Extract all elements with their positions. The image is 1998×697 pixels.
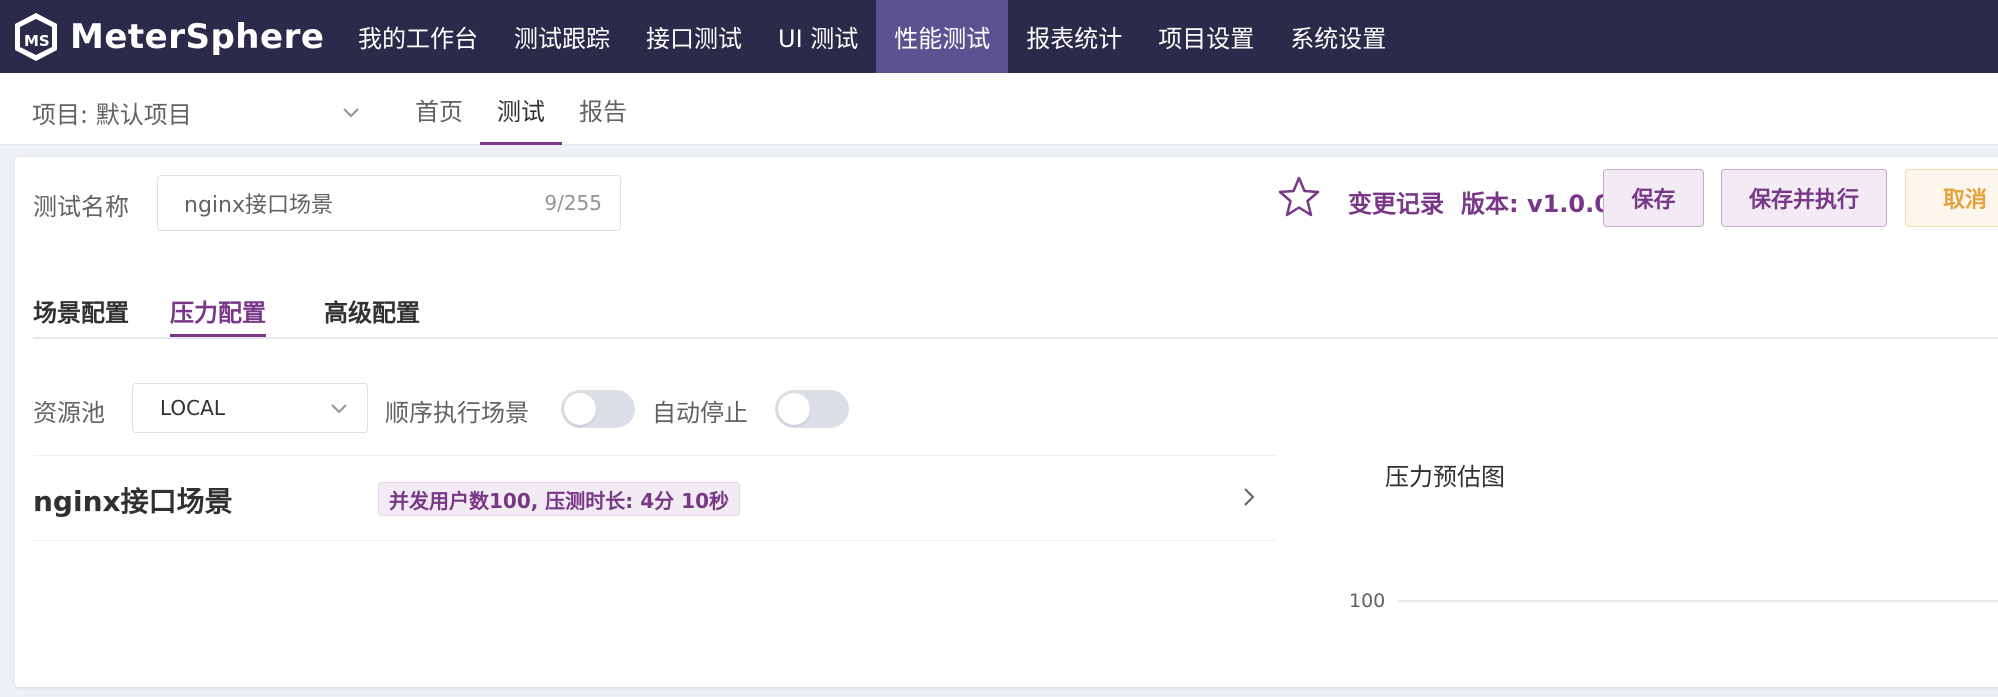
nav-item-project-settings[interactable]: 项目设置 [1140,0,1272,73]
nav-item-system-settings[interactable]: 系统设置 [1272,0,1404,73]
auto-stop-label: 自动停止 [652,399,748,427]
config-tabs: 场景配置 压力配置 高级配置 [33,277,1998,339]
version-label: 版本: v1.0.0 [1461,190,1611,218]
top-navbar: MS MeterSphere 我的工作台 测试跟踪 接口测试 UI 测试 性能测… [0,0,1998,73]
chevron-right-icon[interactable] [1238,486,1260,508]
y-tick-label-100: 100 [1349,590,1385,612]
tab-test[interactable]: 测试 [480,73,562,145]
tab-home[interactable]: 首页 [398,73,480,145]
sequential-execution-toggle[interactable] [561,390,635,428]
nav-item-test-track[interactable]: 测试跟踪 [496,0,628,73]
sub-tabs: 首页 测试 报告 [398,73,644,145]
chevron-down-icon [331,404,347,414]
main-menu: 我的工作台 测试跟踪 接口测试 UI 测试 性能测试 报表统计 项目设置 系统设… [340,0,1404,73]
nav-item-performance-test[interactable]: 性能测试 [876,0,1009,73]
scenario-name: nginx接口场景 [33,485,233,518]
auto-stop-toggle[interactable] [775,390,849,428]
test-name-value: nginx接口场景 [184,193,333,218]
tab-pressure-config[interactable]: 压力配置 [170,293,266,337]
svg-text:MS: MS [24,32,50,50]
sub-header: 项目: 默认项目 首页 测试 报告 [0,73,1998,145]
save-and-run-button[interactable]: 保存并执行 [1721,169,1887,227]
cancel-button[interactable]: 取消 [1905,169,1998,227]
pressure-estimate-chart: 100 [1349,590,1998,612]
scenario-summary-tag: 并发用户数100, 压测时长: 4分 10秒 [378,482,740,516]
tab-advanced-config[interactable]: 高级配置 [324,293,420,337]
nav-item-ui-test[interactable]: UI 测试 [760,0,876,73]
toggle-knob [778,393,810,425]
test-name-label: 测试名称 [33,193,129,221]
logo[interactable]: MS MeterSphere [0,0,340,73]
sequential-execution-label: 顺序执行场景 [385,399,529,427]
metersphere-logo-icon: MS [15,12,57,61]
change-log-link[interactable]: 变更记录 [1348,184,1444,219]
save-button[interactable]: 保存 [1603,169,1704,227]
test-edit-card: 测试名称 nginx接口场景 9/255 变更记录 版本: v1.0.0 保存 … [15,157,1998,687]
star-icon[interactable] [1277,175,1321,219]
test-name-char-count: 9/255 [544,191,602,215]
project-select-label: 项目: 默认项目 [32,100,192,129]
resource-pool-select[interactable]: LOCAL [132,383,368,433]
nav-item-api-test[interactable]: 接口测试 [628,0,760,73]
logo-text: MeterSphere [70,16,325,57]
test-name-input[interactable]: nginx接口场景 9/255 [157,175,621,231]
chart-title: 压力预估图 [1385,463,1505,491]
nav-item-workstation[interactable]: 我的工作台 [340,0,496,73]
toggle-knob [564,393,596,425]
nav-item-report-stats[interactable]: 报表统计 [1008,0,1140,73]
chevron-down-icon [343,108,359,118]
tab-scenario-config[interactable]: 场景配置 [33,293,129,337]
scenario-row[interactable]: nginx接口场景 并发用户数100, 压测时长: 4分 10秒 [33,455,1276,541]
project-select[interactable]: 项目: 默认项目 [32,95,362,129]
resource-pool-label: 资源池 [33,399,105,427]
tab-report[interactable]: 报告 [562,73,644,145]
resource-pool-value: LOCAL [160,396,225,420]
